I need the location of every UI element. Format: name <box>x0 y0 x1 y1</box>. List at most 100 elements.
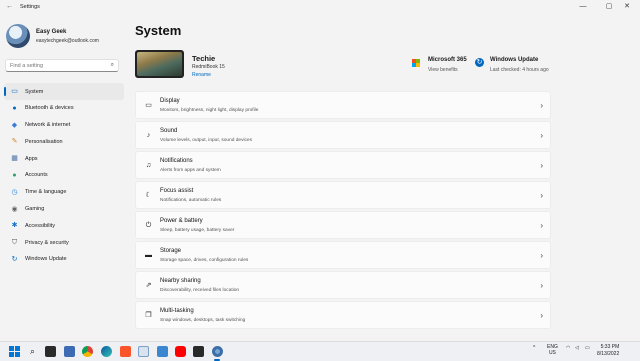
sidebar-item-label: Gaming <box>25 206 45 213</box>
accounts-icon: ● <box>12 171 17 179</box>
sidebar-item-label: Network & internet <box>25 122 71 129</box>
card-title: Nearby sharing <box>160 278 201 284</box>
back-arrow-icon[interactable]: ← <box>6 3 13 10</box>
card-title: Focus assist <box>160 188 194 194</box>
clock-icon: ◷ <box>11 188 18 196</box>
microsoft-365-subtitle: View benefits <box>428 67 458 73</box>
storage-card[interactable]: ▬ Storage Storage space, drives, configu… <box>135 241 551 269</box>
search-icon[interactable]: ⌕ <box>27 346 38 357</box>
card-subtitle: Notifications, automatic rules <box>160 197 222 203</box>
chevron-right-icon: › <box>540 161 543 170</box>
mail-icon[interactable] <box>138 346 149 357</box>
multi-tasking-card[interactable]: ❐ Multi-tasking Snap windows, desktops, … <box>135 301 551 329</box>
chevron-right-icon: › <box>540 281 543 290</box>
search-icon[interactable]: ⌕ <box>111 62 114 69</box>
brush-icon: ✎ <box>11 138 18 146</box>
brave-icon[interactable] <box>120 346 131 357</box>
close-button[interactable]: ✕ <box>616 2 638 12</box>
minimize-button[interactable]: — <box>572 2 594 12</box>
sidebar-item-apps[interactable]: ▦ Apps <box>4 150 124 167</box>
card-subtitle: Sleep, battery usage, battery saver <box>160 227 235 233</box>
sidebar-item-accounts[interactable]: ● Accounts <box>4 167 124 184</box>
chevron-up-icon[interactable]: ^ <box>533 345 535 351</box>
card-title: Sound <box>160 128 178 134</box>
battery-icon[interactable]: ▭ <box>585 345 590 351</box>
chevron-right-icon: › <box>540 311 543 320</box>
share-icon: ⇗ <box>145 282 152 289</box>
youtube-icon[interactable] <box>175 346 186 357</box>
shield-icon: ⛉ <box>11 239 18 247</box>
card-subtitle: Alerts from apps and system <box>160 167 221 173</box>
display-card[interactable]: ▭ Display Monitors, brightness, night li… <box>135 91 551 119</box>
windows-start-icon[interactable] <box>9 346 20 357</box>
taskbar: ⌕ ^ ENG US ◠ ◁ ▭ 5:33 PM 8/13/2022 <box>0 341 640 361</box>
focus-assist-card[interactable]: ☾ Focus assist Notifications, automatic … <box>135 181 551 209</box>
card-subtitle: Discoverability, received files location <box>160 287 240 293</box>
settings-icon[interactable] <box>212 346 223 357</box>
card-title: Multi-tasking <box>160 308 194 314</box>
clock-date: 8/13/2022 <box>597 350 620 357</box>
rename-link[interactable]: Rename <box>192 72 211 78</box>
chevron-right-icon: › <box>540 191 543 200</box>
sidebar-item-system[interactable]: ▭ System <box>4 83 124 100</box>
sidebar-item-label: Apps <box>25 155 38 162</box>
sidebar-item-privacy-security[interactable]: ⛉ Privacy & security <box>4 234 124 251</box>
sidebar-nav: ▭ System ● Bluetooth & devices ◆ Network… <box>4 83 124 268</box>
wifi-icon[interactable]: ◠ <box>566 345 570 351</box>
search-box[interactable]: ⌕ <box>5 59 119 72</box>
sidebar-item-label: Accounts <box>25 172 48 179</box>
multitask-icon: ❐ <box>145 312 152 319</box>
language-indicator[interactable]: ENG US <box>547 344 558 356</box>
sidebar-item-windows-update[interactable]: ↻ Windows Update <box>4 251 124 268</box>
sound-card[interactable]: ♪ Sound Volume levels, output, input, so… <box>135 121 551 149</box>
network-icon: ◆ <box>11 121 18 129</box>
microsoft-365-title: Microsoft 365 <box>428 57 467 63</box>
system-icon: ▭ <box>11 88 18 95</box>
sidebar-item-label: Windows Update <box>25 256 67 263</box>
widgets-icon[interactable] <box>64 346 75 357</box>
edge-icon[interactable] <box>101 346 112 357</box>
sidebar-item-accessibility[interactable]: ✱ Accessibility <box>4 217 124 234</box>
avatar <box>6 24 30 48</box>
task-view-icon[interactable] <box>45 346 56 357</box>
window-title: Settings <box>20 4 40 10</box>
search-input[interactable] <box>10 61 100 71</box>
sidebar-item-personalisation[interactable]: ✎ Personalisation <box>4 133 124 150</box>
sidebar-item-bluetooth[interactable]: ● Bluetooth & devices <box>4 100 124 117</box>
card-title: Storage <box>160 248 182 254</box>
clock[interactable]: 5:33 PM 8/13/2022 <box>597 344 619 357</box>
region-code: US <box>548 350 556 356</box>
speaker-icon[interactable]: ◁ <box>575 345 579 351</box>
chevron-right-icon: › <box>540 101 543 110</box>
sound-icon: ♪ <box>146 132 151 139</box>
apps-icon: ▦ <box>11 155 18 163</box>
sidebar-item-label: Bluetooth & devices <box>25 105 74 112</box>
update-icon: ↻ <box>11 255 18 263</box>
sidebar-item-time-language[interactable]: ◷ Time & language <box>4 184 124 201</box>
user-email: easytechgeek@outlook.com <box>36 38 99 44</box>
card-subtitle: Monitors, brightness, night light, displ… <box>160 107 259 113</box>
power-battery-card[interactable]: ⏻ Power & battery Sleep, battery usage, … <box>135 211 551 239</box>
microsoft-logo-icon <box>412 59 420 67</box>
gaming-icon: ◉ <box>11 205 18 213</box>
user-profile[interactable]: Easy Geek easytechgeek@outlook.com <box>6 24 126 50</box>
card-title: Notifications <box>160 158 193 164</box>
device-model: RedmiBook 15 <box>192 64 225 70</box>
sidebar-item-network[interactable]: ◆ Network & internet <box>4 117 124 134</box>
chevron-right-icon: › <box>540 131 543 140</box>
card-title: Power & battery <box>160 218 203 224</box>
chevron-right-icon: › <box>540 221 543 230</box>
nearby-sharing-card[interactable]: ⇗ Nearby sharing Discoverability, receiv… <box>135 271 551 299</box>
sidebar-item-gaming[interactable]: ◉ Gaming <box>4 201 124 218</box>
storage-icon: ▬ <box>145 252 152 259</box>
sidebar-item-label: Personalisation <box>25 138 63 145</box>
store-icon[interactable] <box>193 346 204 357</box>
notifications-card[interactable]: ♫ Notifications Alerts from apps and sys… <box>135 151 551 179</box>
settings-list: ▭ Display Monitors, brightness, night li… <box>135 91 551 331</box>
chrome-icon[interactable] <box>82 346 93 357</box>
accessibility-icon: ✱ <box>11 222 18 230</box>
power-icon: ⏻ <box>145 222 152 229</box>
photos-icon[interactable] <box>157 346 168 357</box>
card-title: Display <box>160 98 180 104</box>
title-bar: ← Settings — ▢ ✕ <box>0 0 640 14</box>
